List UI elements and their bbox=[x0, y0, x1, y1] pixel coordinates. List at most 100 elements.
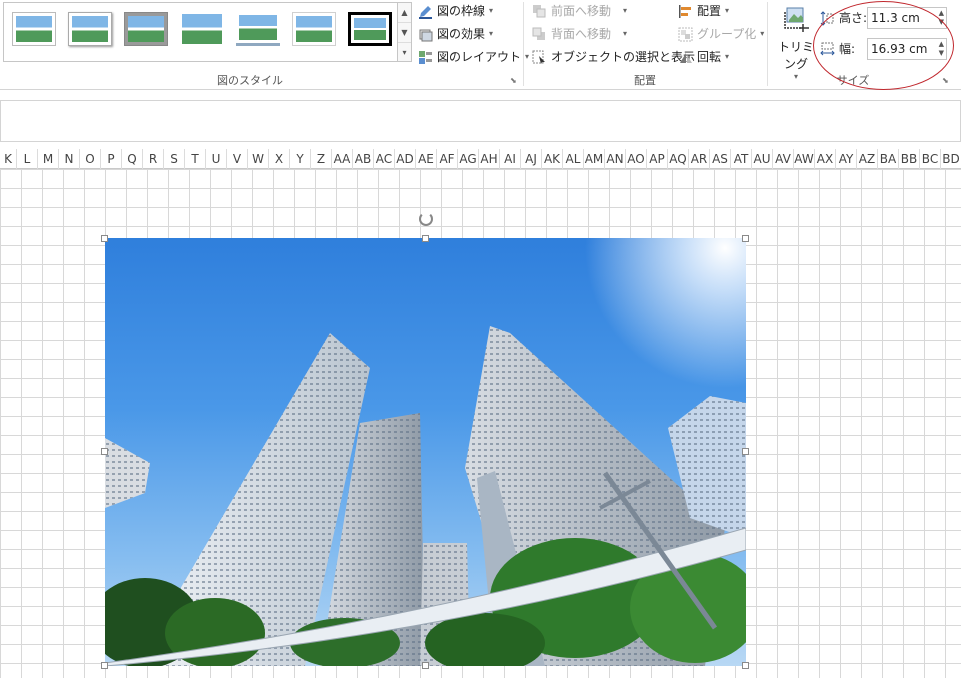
send-backward-button[interactable]: 背面へ移動 ▾ bbox=[532, 24, 627, 44]
column-headers: K L M N O P Q R S T U V W X Y Z AA AB AC AD AE AF AG AH AI AJ AK AL… bbox=[0, 149, 961, 169]
rotate-label: 回転 bbox=[697, 50, 722, 64]
column-header[interactable]: AH bbox=[479, 149, 500, 169]
column-header[interactable]: Y bbox=[290, 149, 311, 169]
picture-style-thumb[interactable] bbox=[180, 12, 224, 46]
column-header[interactable]: U bbox=[206, 149, 227, 169]
rotate-icon bbox=[680, 52, 692, 63]
gallery-more-icon[interactable]: ▾ bbox=[398, 43, 411, 63]
selection-pane-label: オブジェクトの選択と表示 bbox=[551, 50, 696, 64]
column-header[interactable]: AF bbox=[437, 149, 458, 169]
group-button[interactable]: グループ化 ▾ bbox=[678, 24, 764, 44]
bring-forward-button[interactable]: 前面へ移動 ▾ bbox=[532, 1, 627, 21]
resize-handle[interactable] bbox=[101, 448, 108, 455]
column-header[interactable]: L bbox=[17, 149, 38, 169]
group-separator bbox=[767, 2, 768, 86]
formula-bar[interactable] bbox=[0, 100, 961, 142]
column-header[interactable]: P bbox=[101, 149, 122, 169]
resize-handle[interactable] bbox=[101, 662, 108, 669]
column-header[interactable]: AX bbox=[815, 149, 836, 169]
column-header[interactable]: X bbox=[269, 149, 290, 169]
group-separator bbox=[523, 2, 524, 86]
gallery-scrollbar[interactable]: ▲ ▼ ▾ bbox=[397, 2, 412, 62]
column-header[interactable]: AB bbox=[353, 149, 374, 169]
column-header[interactable]: R bbox=[143, 149, 164, 169]
size-dialog-launcher-icon[interactable]: ⬊ bbox=[942, 76, 949, 85]
effects-icon bbox=[419, 29, 433, 41]
column-header[interactable]: V bbox=[227, 149, 248, 169]
crop-icon bbox=[784, 7, 809, 32]
column-header[interactable]: AV bbox=[773, 149, 794, 169]
column-header[interactable]: BD bbox=[941, 149, 961, 169]
picture-style-thumb-selected[interactable] bbox=[348, 12, 392, 46]
align-icon bbox=[679, 4, 691, 18]
gallery-down-arrow-icon[interactable]: ▼ bbox=[398, 23, 411, 43]
resize-handle[interactable] bbox=[742, 235, 749, 242]
column-header[interactable]: AJ bbox=[521, 149, 542, 169]
column-header[interactable]: K bbox=[0, 149, 17, 169]
rotate-button[interactable]: 回転 ▾ bbox=[678, 47, 729, 67]
column-header[interactable]: AK bbox=[542, 149, 563, 169]
column-header[interactable]: T bbox=[185, 149, 206, 169]
crop-button[interactable]: トリミング ▾ bbox=[773, 2, 819, 81]
selected-picture[interactable] bbox=[105, 238, 746, 666]
column-header[interactable]: AN bbox=[605, 149, 626, 169]
column-header[interactable]: N bbox=[59, 149, 80, 169]
column-header[interactable]: O bbox=[80, 149, 101, 169]
selection-pane-icon bbox=[532, 50, 545, 64]
picture-style-thumb[interactable] bbox=[12, 12, 56, 46]
resize-handle[interactable] bbox=[422, 662, 429, 669]
pencil-icon bbox=[419, 5, 432, 19]
picture-style-thumb[interactable] bbox=[292, 12, 336, 46]
highlight-ellipse bbox=[813, 1, 954, 90]
align-button[interactable]: 配置 ▾ bbox=[678, 1, 729, 21]
column-header[interactable]: AE bbox=[416, 149, 437, 169]
picture-style-thumb[interactable] bbox=[236, 12, 280, 46]
crop-dropdown-icon[interactable]: ▾ bbox=[773, 72, 819, 81]
column-header[interactable]: AP bbox=[647, 149, 668, 169]
column-header[interactable]: AS bbox=[710, 149, 731, 169]
column-header[interactable]: BB bbox=[899, 149, 920, 169]
layout-icon bbox=[419, 50, 432, 64]
column-header[interactable]: AC bbox=[374, 149, 395, 169]
column-header[interactable]: AT bbox=[731, 149, 752, 169]
column-header[interactable]: AQ bbox=[668, 149, 689, 169]
column-header[interactable]: AY bbox=[836, 149, 857, 169]
column-header[interactable]: S bbox=[164, 149, 185, 169]
column-header[interactable]: AL bbox=[563, 149, 584, 169]
group-label-picture-styles: 図のスタイル bbox=[217, 74, 283, 87]
column-header[interactable]: BC bbox=[920, 149, 941, 169]
resize-handle[interactable] bbox=[742, 448, 749, 455]
send-backward-label: 背面へ移動 bbox=[551, 27, 612, 41]
column-header[interactable]: AI bbox=[500, 149, 521, 169]
dialog-launcher-icon[interactable]: ⬊ bbox=[510, 76, 517, 85]
column-header[interactable]: AM bbox=[584, 149, 605, 169]
column-header[interactable]: BA bbox=[878, 149, 899, 169]
bring-forward-icon bbox=[533, 4, 546, 17]
picture-style-thumb[interactable] bbox=[124, 12, 168, 46]
picture-style-gallery[interactable] bbox=[3, 2, 398, 62]
group-icon bbox=[678, 27, 693, 41]
column-header[interactable]: AZ bbox=[857, 149, 878, 169]
column-header[interactable]: AW bbox=[794, 149, 815, 169]
column-header[interactable]: AG bbox=[458, 149, 479, 169]
column-header[interactable]: AO bbox=[626, 149, 647, 169]
column-header[interactable]: AA bbox=[332, 149, 353, 169]
column-header[interactable]: W bbox=[248, 149, 269, 169]
picture-style-thumb[interactable] bbox=[68, 12, 112, 46]
picture-effects-button[interactable]: 図の効果 ▾ bbox=[418, 24, 493, 44]
resize-handle[interactable] bbox=[101, 235, 108, 242]
selection-pane-button[interactable]: オブジェクトの選択と表示 bbox=[532, 47, 695, 67]
column-header[interactable]: M bbox=[38, 149, 59, 169]
column-header[interactable]: AU bbox=[752, 149, 773, 169]
picture-layout-button[interactable]: 図のレイアウト ▾ bbox=[418, 47, 529, 67]
gallery-up-arrow-icon[interactable]: ▲ bbox=[398, 3, 411, 23]
column-header[interactable]: AD bbox=[395, 149, 416, 169]
column-header[interactable]: Z bbox=[311, 149, 332, 169]
resize-handle[interactable] bbox=[742, 662, 749, 669]
column-header[interactable]: AR bbox=[689, 149, 710, 169]
column-header[interactable]: Q bbox=[122, 149, 143, 169]
skyscraper-photo bbox=[105, 238, 746, 666]
rotate-handle-icon[interactable] bbox=[419, 212, 433, 226]
picture-border-button[interactable]: 図の枠線 ▾ bbox=[418, 1, 493, 21]
resize-handle[interactable] bbox=[422, 235, 429, 242]
